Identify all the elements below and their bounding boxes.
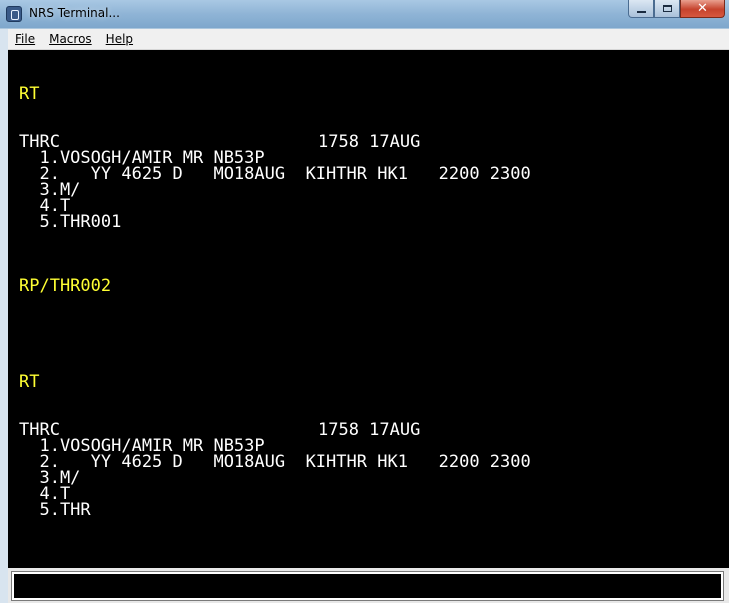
menu-file-label: File — [15, 32, 36, 46]
menu-file[interactable]: File — [14, 32, 36, 46]
terminal-line: 5.THR001 — [19, 212, 122, 232]
title-bar[interactable]: NRS Terminal... ✕ — [0, 0, 729, 29]
terminal-line: 2. YY 4625 D MO18AUG KIHTHR HK1 2200 230… — [19, 452, 531, 472]
close-button[interactable]: ✕ — [680, 0, 725, 18]
maximize-button[interactable] — [654, 0, 680, 18]
terminal-app-icon — [6, 6, 22, 22]
window-controls: ✕ — [628, 0, 725, 20]
command-input[interactable] — [11, 571, 724, 601]
minimize-icon — [636, 10, 646, 13]
terminal-line: 5.THR — [19, 500, 91, 520]
menu-bar: File Macros Help — [8, 29, 729, 50]
menu-help[interactable]: Help — [105, 32, 134, 46]
command-bar — [8, 568, 729, 603]
maximize-icon — [662, 5, 672, 12]
terminal-line: 2. YY 4625 D MO18AUG KIHTHR HK1 2200 230… — [19, 164, 531, 184]
app-window: NRS Terminal... ✕ File Macros Help RT TH… — [0, 0, 729, 603]
terminal-line: 1758 17AUG — [318, 132, 421, 152]
terminal-line: RP/THR002 — [19, 276, 112, 296]
terminal-line: 1758 17AUG — [318, 420, 421, 440]
terminal-output[interactable]: RT THRC 1758 17AUG 1.VOSOGH/AMIR MR NB53… — [8, 50, 729, 568]
minimize-button[interactable] — [628, 0, 654, 18]
menu-help-label: Help — [105, 32, 134, 46]
window-title: NRS Terminal... — [29, 6, 120, 20]
terminal-line: RT — [19, 372, 40, 392]
menu-macros[interactable]: Macros — [48, 32, 93, 46]
menu-macros-label: Macros — [49, 32, 92, 46]
close-icon: ✕ — [697, 1, 708, 16]
terminal-line: RT — [19, 84, 40, 104]
